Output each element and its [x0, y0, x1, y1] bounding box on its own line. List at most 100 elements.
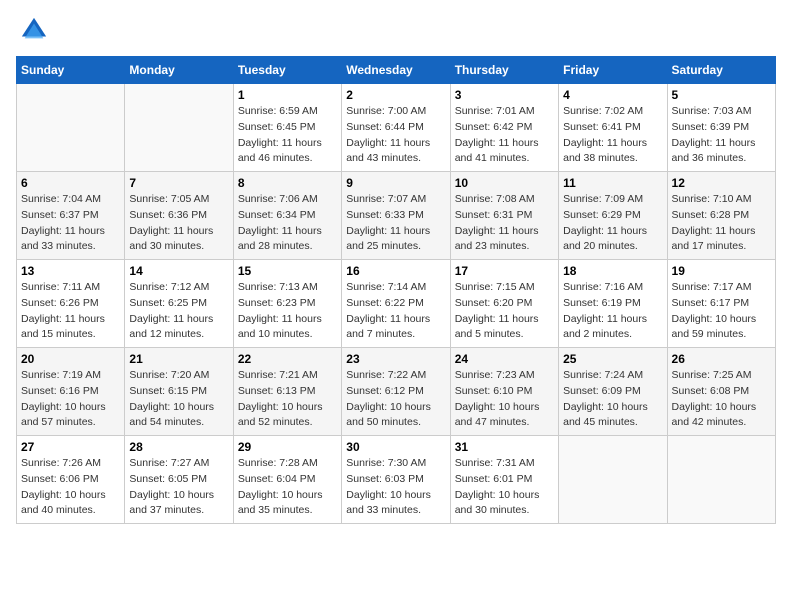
calendar-table: SundayMondayTuesdayWednesdayThursdayFrid…	[16, 56, 776, 524]
day-info: Sunrise: 7:21 AMSunset: 6:13 PMDaylight:…	[238, 368, 337, 431]
calendar-cell: 16 Sunrise: 7:14 AMSunset: 6:22 PMDayligh…	[342, 260, 450, 348]
day-info: Sunrise: 7:16 AMSunset: 6:19 PMDaylight:…	[563, 280, 662, 343]
day-number: 5	[672, 88, 771, 102]
day-info: Sunrise: 7:15 AMSunset: 6:20 PMDaylight:…	[455, 280, 554, 343]
day-header-saturday: Saturday	[667, 57, 775, 84]
calendar-cell: 18 Sunrise: 7:16 AMSunset: 6:19 PMDayligh…	[559, 260, 667, 348]
calendar-cell	[17, 84, 125, 172]
day-number: 9	[346, 176, 445, 190]
day-info: Sunrise: 7:30 AMSunset: 6:03 PMDaylight:…	[346, 456, 445, 519]
day-info: Sunrise: 7:10 AMSunset: 6:28 PMDaylight:…	[672, 192, 771, 255]
day-info: Sunrise: 7:23 AMSunset: 6:10 PMDaylight:…	[455, 368, 554, 431]
day-number: 17	[455, 264, 554, 278]
day-info: Sunrise: 7:14 AMSunset: 6:22 PMDaylight:…	[346, 280, 445, 343]
day-number: 31	[455, 440, 554, 454]
day-number: 28	[129, 440, 228, 454]
calendar-cell: 9 Sunrise: 7:07 AMSunset: 6:33 PMDaylight…	[342, 172, 450, 260]
day-info: Sunrise: 7:28 AMSunset: 6:04 PMDaylight:…	[238, 456, 337, 519]
day-number: 13	[21, 264, 120, 278]
day-number: 21	[129, 352, 228, 366]
day-number: 27	[21, 440, 120, 454]
day-info: Sunrise: 7:27 AMSunset: 6:05 PMDaylight:…	[129, 456, 228, 519]
calendar-cell: 21 Sunrise: 7:20 AMSunset: 6:15 PMDayligh…	[125, 348, 233, 436]
day-number: 4	[563, 88, 662, 102]
calendar-cell: 2 Sunrise: 7:00 AMSunset: 6:44 PMDaylight…	[342, 84, 450, 172]
calendar-cell: 30 Sunrise: 7:30 AMSunset: 6:03 PMDayligh…	[342, 436, 450, 524]
day-info: Sunrise: 7:12 AMSunset: 6:25 PMDaylight:…	[129, 280, 228, 343]
week-row-5: 27Sunrise: 7:26 AMSunset: 6:06 PMDayligh…	[17, 436, 776, 524]
day-number: 10	[455, 176, 554, 190]
day-header-sunday: Sunday	[17, 57, 125, 84]
day-info: Sunrise: 7:19 AMSunset: 6:16 PMDaylight:…	[21, 368, 120, 431]
day-info: Sunrise: 7:09 AMSunset: 6:29 PMDaylight:…	[563, 192, 662, 255]
day-info: Sunrise: 7:31 AMSunset: 6:01 PMDaylight:…	[455, 456, 554, 519]
day-info: Sunrise: 7:03 AMSunset: 6:39 PMDaylight:…	[672, 104, 771, 167]
day-info: Sunrise: 6:59 AMSunset: 6:45 PMDaylight:…	[238, 104, 337, 167]
calendar-cell: 1 Sunrise: 6:59 AMSunset: 6:45 PMDaylight…	[233, 84, 341, 172]
calendar-cell: 24 Sunrise: 7:23 AMSunset: 6:10 PMDayligh…	[450, 348, 558, 436]
day-number: 3	[455, 88, 554, 102]
calendar-cell	[125, 84, 233, 172]
calendar-cell: 11 Sunrise: 7:09 AMSunset: 6:29 PMDayligh…	[559, 172, 667, 260]
calendar-cell: 12 Sunrise: 7:10 AMSunset: 6:28 PMDayligh…	[667, 172, 775, 260]
day-info: Sunrise: 7:00 AMSunset: 6:44 PMDaylight:…	[346, 104, 445, 167]
day-number: 11	[563, 176, 662, 190]
day-number: 16	[346, 264, 445, 278]
calendar-cell: 4 Sunrise: 7:02 AMSunset: 6:41 PMDaylight…	[559, 84, 667, 172]
day-number: 25	[563, 352, 662, 366]
calendar-cell: 6Sunrise: 7:04 AMSunset: 6:37 PMDaylight…	[17, 172, 125, 260]
calendar-cell: 15 Sunrise: 7:13 AMSunset: 6:23 PMDayligh…	[233, 260, 341, 348]
day-info: Sunrise: 7:13 AMSunset: 6:23 PMDaylight:…	[238, 280, 337, 343]
day-info: Sunrise: 7:02 AMSunset: 6:41 PMDaylight:…	[563, 104, 662, 167]
day-number: 19	[672, 264, 771, 278]
calendar-cell: 3 Sunrise: 7:01 AMSunset: 6:42 PMDaylight…	[450, 84, 558, 172]
day-info: Sunrise: 7:06 AMSunset: 6:34 PMDaylight:…	[238, 192, 337, 255]
logo-icon	[20, 16, 48, 44]
calendar-cell: 23Sunrise: 7:22 AMSunset: 6:12 PMDayligh…	[342, 348, 450, 436]
day-number: 22	[238, 352, 337, 366]
day-number: 7	[129, 176, 228, 190]
day-info: Sunrise: 7:20 AMSunset: 6:15 PMDaylight:…	[129, 368, 228, 431]
calendar-cell: 27Sunrise: 7:26 AMSunset: 6:06 PMDayligh…	[17, 436, 125, 524]
calendar-cell: 20 Sunrise: 7:19 AMSunset: 6:16 PMDayligh…	[17, 348, 125, 436]
day-number: 15	[238, 264, 337, 278]
day-header-thursday: Thursday	[450, 57, 558, 84]
day-number: 18	[563, 264, 662, 278]
day-info: Sunrise: 7:22 AMSunset: 6:12 PMDaylight:…	[346, 368, 445, 431]
day-number: 26	[672, 352, 771, 366]
week-row-3: 13Sunrise: 7:11 AMSunset: 6:26 PMDayligh…	[17, 260, 776, 348]
calendar-cell: 19 Sunrise: 7:17 AMSunset: 6:17 PMDayligh…	[667, 260, 775, 348]
day-info: Sunrise: 7:17 AMSunset: 6:17 PMDaylight:…	[672, 280, 771, 343]
day-info: Sunrise: 7:05 AMSunset: 6:36 PMDaylight:…	[129, 192, 228, 255]
day-info: Sunrise: 7:08 AMSunset: 6:31 PMDaylight:…	[455, 192, 554, 255]
calendar-cell	[559, 436, 667, 524]
header-row: SundayMondayTuesdayWednesdayThursdayFrid…	[17, 57, 776, 84]
day-number: 30	[346, 440, 445, 454]
calendar-cell: 26Sunrise: 7:25 AMSunset: 6:08 PMDayligh…	[667, 348, 775, 436]
week-row-1: 1 Sunrise: 6:59 AMSunset: 6:45 PMDaylight…	[17, 84, 776, 172]
day-header-tuesday: Tuesday	[233, 57, 341, 84]
day-info: Sunrise: 7:24 AMSunset: 6:09 PMDaylight:…	[563, 368, 662, 431]
day-header-monday: Monday	[125, 57, 233, 84]
day-number: 2	[346, 88, 445, 102]
week-row-2: 6Sunrise: 7:04 AMSunset: 6:37 PMDaylight…	[17, 172, 776, 260]
day-info: Sunrise: 7:01 AMSunset: 6:42 PMDaylight:…	[455, 104, 554, 167]
page-header	[16, 16, 776, 44]
calendar-cell	[667, 436, 775, 524]
day-number: 8	[238, 176, 337, 190]
calendar-cell: 17 Sunrise: 7:15 AMSunset: 6:20 PMDayligh…	[450, 260, 558, 348]
logo	[16, 16, 48, 44]
day-number: 29	[238, 440, 337, 454]
calendar-cell: 29 Sunrise: 7:28 AMSunset: 6:04 PMDayligh…	[233, 436, 341, 524]
week-row-4: 20 Sunrise: 7:19 AMSunset: 6:16 PMDayligh…	[17, 348, 776, 436]
calendar-cell: 31 Sunrise: 7:31 AMSunset: 6:01 PMDayligh…	[450, 436, 558, 524]
calendar-cell: 8 Sunrise: 7:06 AMSunset: 6:34 PMDaylight…	[233, 172, 341, 260]
day-number: 1	[238, 88, 337, 102]
day-number: 14	[129, 264, 228, 278]
day-number: 20	[21, 352, 120, 366]
calendar-cell: 5 Sunrise: 7:03 AMSunset: 6:39 PMDaylight…	[667, 84, 775, 172]
calendar-cell: 13Sunrise: 7:11 AMSunset: 6:26 PMDayligh…	[17, 260, 125, 348]
day-info: Sunrise: 7:07 AMSunset: 6:33 PMDaylight:…	[346, 192, 445, 255]
day-number: 12	[672, 176, 771, 190]
day-number: 24	[455, 352, 554, 366]
